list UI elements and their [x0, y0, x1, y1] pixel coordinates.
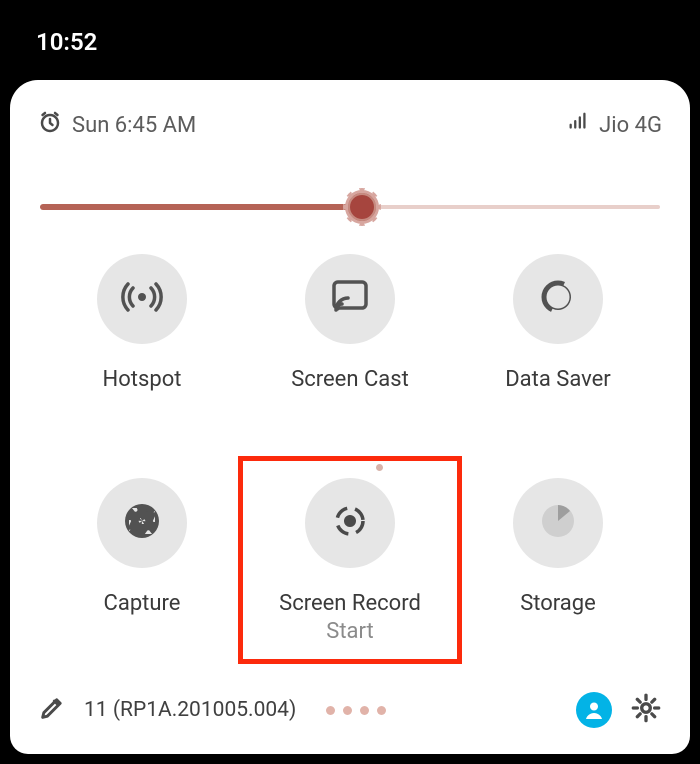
signal-icon: [567, 111, 589, 139]
tile-label: Storage: [520, 590, 596, 618]
tiles-grid: Hotspot Screen Cast Data Saver Capture Scree…: [38, 254, 662, 644]
pager-dots[interactable]: [326, 706, 386, 715]
camera-shutter-icon: [120, 499, 164, 547]
data-saver-icon: [536, 275, 580, 323]
tile-circle[interactable]: [97, 478, 187, 568]
status-row: Sun 6:45 AM Jio 4G: [38, 110, 662, 140]
slider-fill: [40, 204, 362, 210]
tile-circle[interactable]: [513, 254, 603, 344]
carrier-status: Jio 4G: [567, 111, 662, 139]
pager-dot: [360, 706, 369, 715]
tile-label: Hotspot: [103, 366, 182, 394]
device-clock: 10:52: [36, 28, 97, 56]
alarm-time-text: Sun 6:45 AM: [72, 113, 196, 138]
carrier-text: Jio 4G: [599, 113, 662, 138]
tile-screen-record[interactable]: Screen RecordStart: [246, 478, 454, 645]
tile-circle[interactable]: [97, 254, 187, 344]
edit-button[interactable]: [38, 694, 66, 726]
slider-knob[interactable]: [345, 190, 379, 224]
tile-label: Screen Record: [279, 590, 421, 618]
tile-hotspot[interactable]: Hotspot: [38, 254, 246, 394]
build-text[interactable]: 11 (RP1A.201005.004): [84, 698, 296, 722]
footer-bar: 11 (RP1A.201005.004): [38, 692, 662, 728]
tile-storage[interactable]: Storage: [454, 478, 662, 645]
storage-pie-icon: [536, 499, 580, 547]
user-avatar-button[interactable]: [576, 692, 612, 728]
tile-screen-cast[interactable]: Screen Cast: [246, 254, 454, 394]
tile-circle[interactable]: [305, 478, 395, 568]
pager-dot: [343, 706, 352, 715]
alarm-status[interactable]: Sun 6:45 AM: [38, 110, 196, 140]
tile-circle[interactable]: [305, 254, 395, 344]
tile-sublabel: Start: [326, 619, 373, 644]
brightness-slider[interactable]: [40, 186, 660, 198]
hotspot-icon: [120, 275, 164, 323]
tile-label: Capture: [104, 590, 181, 618]
tile-label: Screen Cast: [291, 366, 409, 394]
pager-dot: [377, 706, 386, 715]
alarm-icon: [38, 110, 62, 140]
tile-indicator-dot: [376, 464, 383, 471]
tile-circle[interactable]: [513, 478, 603, 568]
tile-data-saver[interactable]: Data Saver: [454, 254, 662, 394]
cast-icon: [328, 275, 372, 323]
record-icon: [328, 499, 372, 547]
pager-dot: [326, 706, 335, 715]
settings-button[interactable]: [630, 692, 662, 728]
tile-capture[interactable]: Capture: [38, 478, 246, 645]
quick-settings-panel: Sun 6:45 AM Jio 4G Hotspot Screen Cast Dat…: [10, 80, 690, 754]
brightness-icon: [345, 190, 379, 224]
tile-label: Data Saver: [505, 366, 611, 394]
